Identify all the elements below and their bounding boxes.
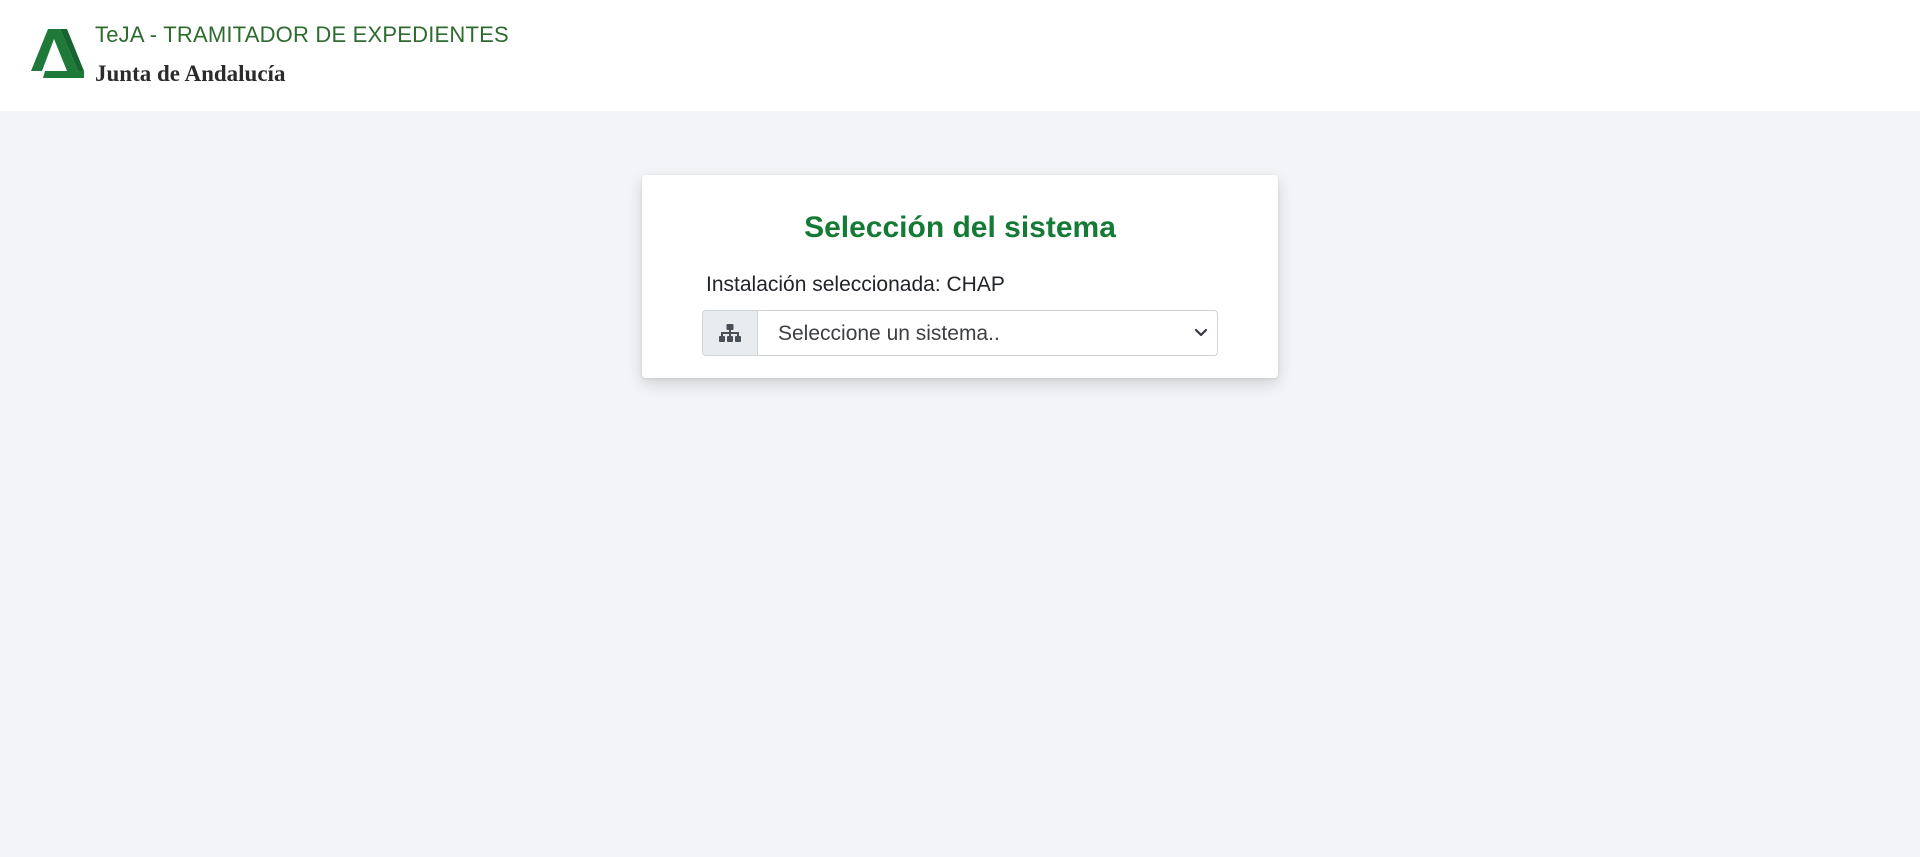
- app-header: TeJA - TRAMITADOR DE EXPEDIENTES Junta d…: [0, 0, 1920, 111]
- sitemap-icon: [719, 324, 741, 342]
- system-select-value: Seleccione un sistema..: [778, 322, 1000, 345]
- junta-andalucia-logo-icon[interactable]: [31, 29, 84, 78]
- system-select-group: Seleccione un sistema..: [702, 310, 1218, 356]
- card-title: Selección del sistema: [804, 211, 1116, 244]
- chevron-down-icon: [1194, 328, 1208, 337]
- installation-label: Instalación seleccionada: CHAP: [706, 273, 1005, 296]
- input-addon: [702, 310, 757, 356]
- org-name: Junta de Andalucía: [95, 61, 286, 86]
- system-select[interactable]: Seleccione un sistema..: [757, 310, 1218, 356]
- system-selection-card: Selección del sistema Instalación selecc…: [642, 175, 1278, 378]
- app-title: TeJA - TRAMITADOR DE EXPEDIENTES: [95, 22, 509, 47]
